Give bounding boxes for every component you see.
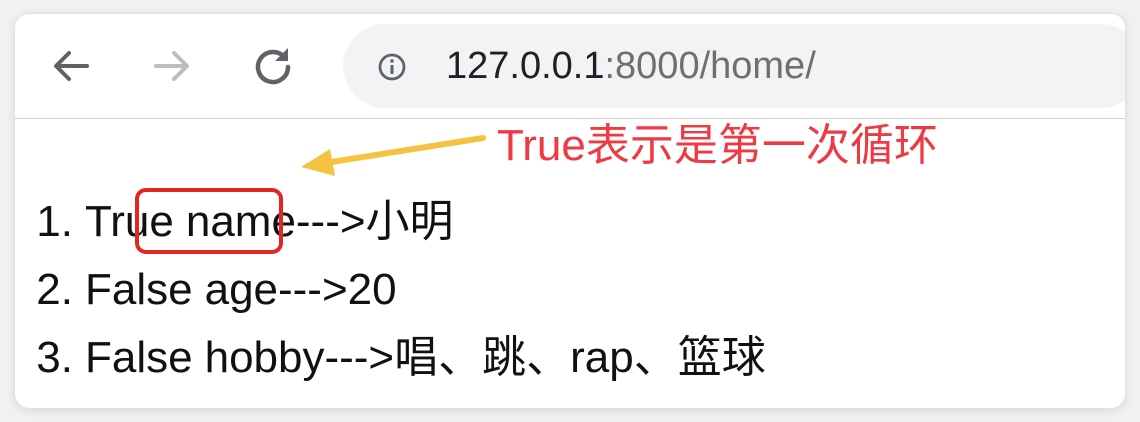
list-item-flag: False — [85, 265, 193, 314]
highlight-box — [135, 188, 283, 254]
info-icon[interactable] — [378, 53, 406, 81]
list-item-text: age--->20 — [204, 265, 397, 314]
arrow-right-icon — [154, 51, 189, 81]
list-item-flag: False — [85, 333, 193, 382]
list-item-number: 3. — [36, 333, 73, 382]
annotation-arrow-icon — [301, 135, 486, 176]
url-text[interactable]: 127.0.0.1:8000/home/ — [446, 46, 816, 86]
forward-button[interactable] — [146, 40, 198, 92]
list-item: 3. False hobby--->唱、跳、rap、篮球 — [15, 333, 766, 383]
page-content: True表示是第一次循环 1. True name--->小明 2. False age… — [15, 119, 1125, 408]
url-host: 127.0.0.1 — [446, 45, 605, 87]
reload-button[interactable] — [247, 40, 299, 92]
list-item-number: 1. — [36, 197, 73, 246]
browser-toolbar: 127.0.0.1:8000/home/ — [15, 14, 1125, 119]
arrow-left-icon — [54, 51, 89, 81]
url-path: :8000/home/ — [604, 45, 816, 87]
back-button[interactable] — [45, 40, 97, 92]
reload-icon — [255, 48, 291, 85]
annotation-text: True表示是第一次循环 — [497, 121, 938, 170]
list-item-text: hobby--->唱、跳、rap、篮球 — [204, 333, 766, 382]
browser-window: 127.0.0.1:8000/home/ True表示是第一次循环 1. True… — [15, 14, 1125, 408]
list-item-number: 2. — [36, 265, 73, 314]
address-bar[interactable]: 127.0.0.1:8000/home/ — [343, 24, 1125, 108]
list-item: 2. False age--->20 — [15, 265, 397, 315]
